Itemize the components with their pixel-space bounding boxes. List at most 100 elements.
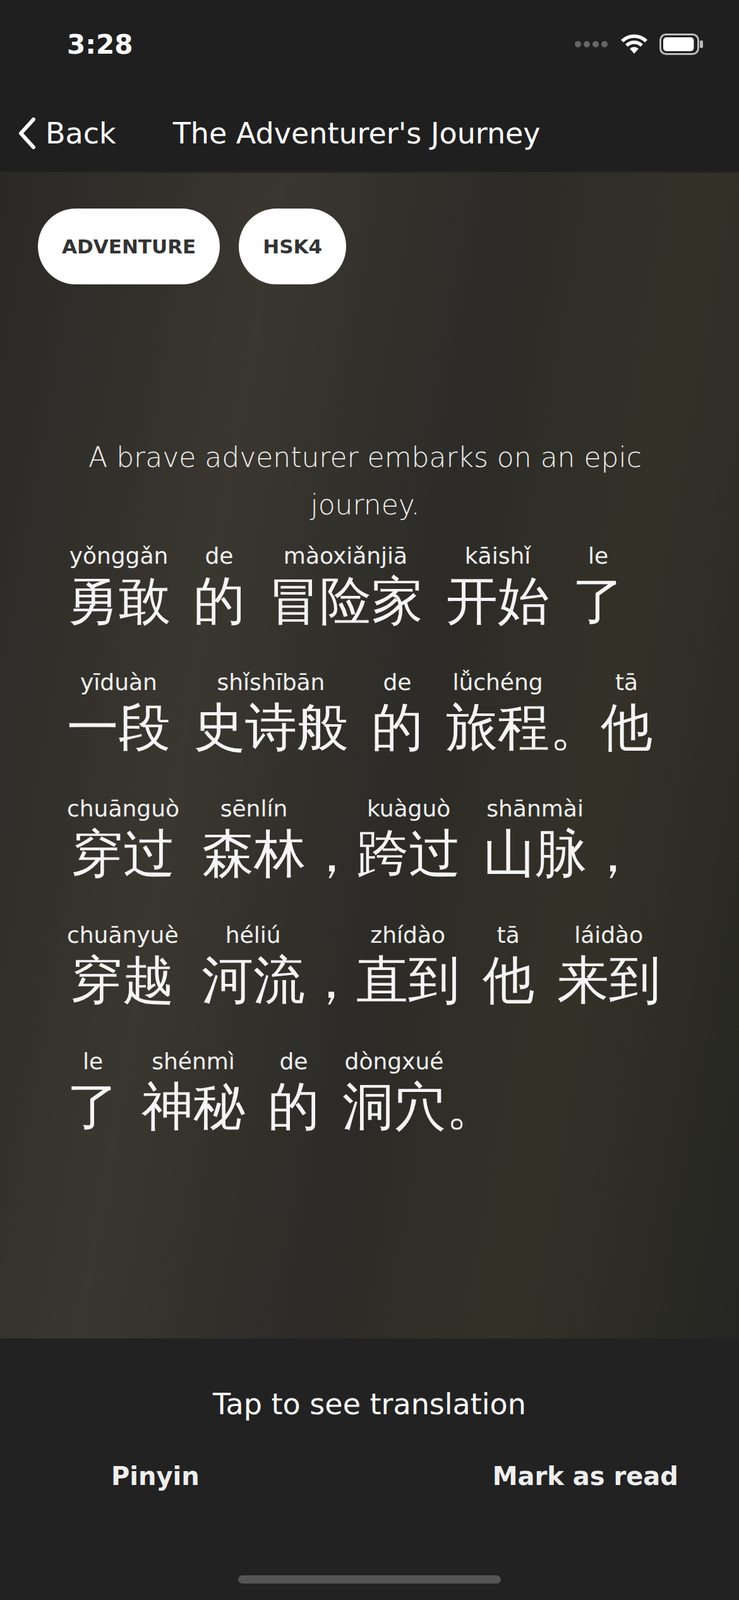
word[interactable]: de的 [267,1047,320,1137]
word[interactable]: lǚchéng旅程。 [445,668,578,758]
word[interactable]: màoxiǎnjiā冒险家 [267,541,424,632]
word-hanzi: 冒险家 [267,569,424,632]
word-ruby: de的 [193,541,246,632]
word-ruby: shǐshībān史诗般 [193,668,349,758]
word[interactable]: shénmì神秘 [141,1047,246,1137]
word-ruby: tā他 [482,920,535,1011]
reader-screen: 3:28 Back The Adventurer's Journey ADVENTUR… [0,0,739,1600]
word-hanzi: 的 [193,569,246,632]
word[interactable]: sēnlín森林， [202,794,335,885]
word-pinyin: láidào [574,920,643,949]
word-hanzi: 森林 [202,822,306,885]
punctuation: ， [586,822,616,885]
word[interactable]: chuānguò穿过 [66,794,180,885]
word-pinyin: kāishǐ [464,541,531,570]
word-ruby: kāishǐ开始 [445,541,550,632]
word-pinyin: sēnlín [220,794,289,823]
word-ruby: de的 [371,668,424,758]
word-ruby: chuānyuè穿越 [66,920,179,1011]
translation-button[interactable]: Tap to see translation [209,1385,530,1422]
nav-bar: Back The Adventurer's Journey [0,94,739,174]
word-pinyin: zhídào [370,920,446,949]
signal-icon [573,39,609,50]
tag-list: ADVENTUREHSK4 [37,208,676,285]
word-pinyin: yīduàn [80,668,158,697]
word-ruby: shénmì神秘 [141,1047,246,1137]
status-bar: 3:28 [0,0,739,95]
word[interactable]: láidào来到 [557,920,661,1011]
status-icons [573,33,704,55]
tag: HSK4 [238,208,347,285]
word-ruby: kuàguò跨过 [356,794,461,885]
action-button[interactable]: Mark as read [488,1460,683,1491]
story-summary: A brave adventurer embarks on an epic jo… [54,433,676,529]
action-button[interactable]: Pinyin [107,1460,204,1491]
tag: ADVENTURE [37,208,220,285]
word-hanzi: 开始 [445,569,550,632]
word[interactable]: kuàguò跨过 [356,794,461,885]
word[interactable]: tā他 [600,668,653,758]
word-ruby: màoxiǎnjiā冒险家 [267,541,424,632]
word-ruby: lǚchéng旅程 [445,668,550,758]
word-hanzi: 的 [371,696,424,758]
word-pinyin: kuàguò [366,794,451,823]
word-ruby: tā他 [600,668,653,758]
word-pinyin: de [383,668,412,697]
word[interactable]: dòngxué洞穴。 [342,1047,475,1137]
word-pinyin: chuānyuè [66,920,179,949]
word-pinyin: màoxiǎnjiā [283,541,408,570]
word[interactable]: de的 [371,668,424,758]
back-chevron-icon [17,116,37,150]
word-pinyin: chuānguò [66,794,180,823]
word[interactable]: de的 [193,541,246,632]
word-ruby: de的 [267,1047,320,1137]
word-ruby: dòngxué洞穴 [342,1047,446,1137]
word-pinyin: le [588,541,609,570]
story-title: The Adventurer's Journey [173,116,541,151]
word-hanzi: 他 [600,696,653,758]
word[interactable]: tā他 [482,920,535,1011]
word-pinyin: yǒnggǎn [69,541,169,570]
wifi-icon [620,33,649,55]
bottom-panel: Tap to see translation Pinyin Mark as read [0,1337,739,1600]
action-bar: Pinyin Mark as read [0,1460,739,1491]
word-hanzi: 来到 [557,948,661,1011]
battery-icon [659,33,704,55]
word-hanzi: 一段 [66,696,171,758]
word[interactable]: héliú河流， [201,920,334,1011]
back-button[interactable]: Back [17,116,117,151]
word-pinyin: héliú [225,920,282,949]
word-pinyin: shǐshībān [217,668,326,697]
word-hanzi: 勇敢 [66,569,171,632]
word-hanzi: 跨过 [356,822,461,885]
word[interactable]: yǒnggǎn勇敢 [66,541,171,632]
word[interactable]: kāishǐ开始 [445,541,550,632]
word[interactable]: shānmài山脉， [483,794,616,885]
word-hanzi: 的 [267,1075,320,1137]
word[interactable]: shǐshībān史诗般 [193,668,349,758]
punctuation: ， [305,948,334,1011]
status-time: 3:28 [66,29,133,61]
word-hanzi: 了 [572,569,625,632]
punctuation: 。 [445,1075,475,1137]
word-hanzi: 洞穴 [342,1075,446,1137]
word-pinyin: de [279,1047,309,1076]
home-indicator [238,1574,501,1583]
word[interactable]: yīduàn一段 [66,668,171,758]
word-ruby: le了 [572,541,625,632]
passage: yǒnggǎn勇敢de的màoxiǎnjiā冒险家kāishǐ开始le了yīdu… [66,541,676,1137]
word-ruby: shānmài山脉 [483,794,587,885]
word-pinyin: tā [615,668,638,697]
word[interactable]: le了 [572,541,625,632]
word[interactable]: zhídào直到 [356,920,460,1011]
word[interactable]: le了 [66,1047,119,1137]
word-pinyin: le [82,1047,103,1076]
word-hanzi: 史诗般 [193,696,349,758]
word-ruby: héliú河流 [201,920,306,1011]
word-hanzi: 了 [66,1075,119,1137]
word-hanzi: 他 [482,948,535,1011]
punctuation: 。 [549,696,578,758]
word[interactable]: chuānyuè穿越 [66,920,179,1011]
word-pinyin: dòngxué [344,1047,445,1076]
word-ruby: láidào来到 [557,920,661,1011]
